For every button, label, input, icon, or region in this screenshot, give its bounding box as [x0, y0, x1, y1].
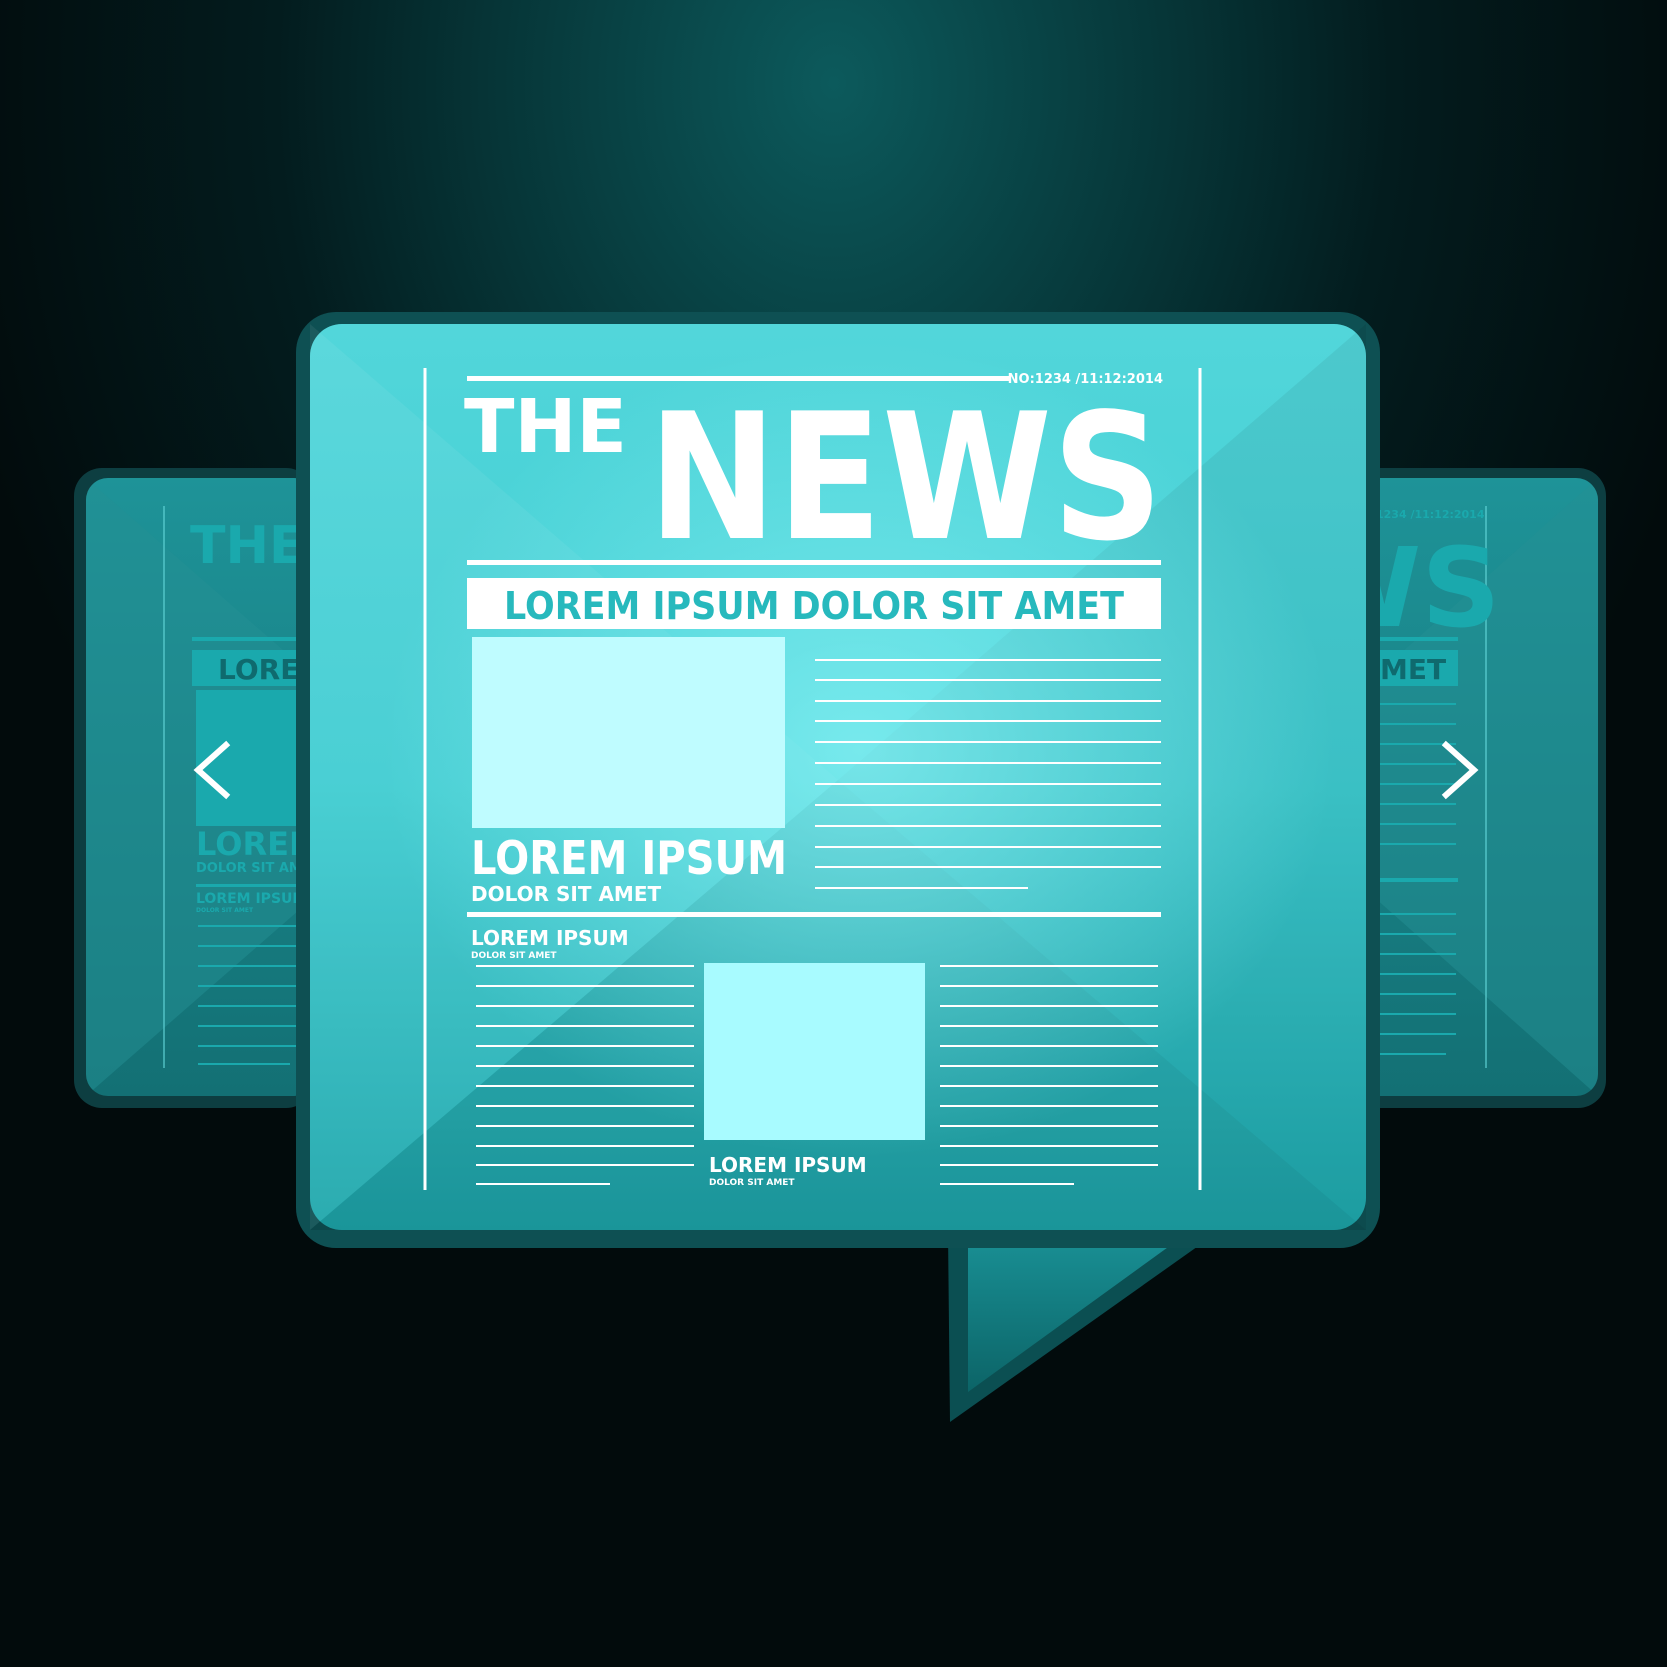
news-carousel: THE LOREM LOREM DOLOR SIT AME LOREM IPSU… — [0, 0, 1667, 1667]
back-left-masthead: THE — [190, 516, 305, 576]
prev-button[interactable] — [180, 725, 250, 815]
second-story-subtitle: DOLOR SIT AMET — [471, 951, 557, 961]
lead-story-title: LOREM IPSUM — [471, 831, 787, 885]
back-right-banner: MET — [1380, 653, 1446, 686]
back-right-issue: 1234 /11:12:2014 — [1376, 508, 1485, 521]
masthead-news: NEWS — [648, 377, 1163, 580]
masthead-the: THE — [464, 384, 627, 470]
front-news-panel: NO:1234 /11:12:2014 THE NEWS LOREM IPSUM… — [296, 312, 1380, 1422]
next-button[interactable] — [1420, 725, 1490, 815]
back-left-subtitle: DOLOR SIT AME — [196, 861, 311, 876]
lead-story-subtitle: DOLOR SIT AMET — [471, 882, 661, 906]
third-story-image — [704, 963, 925, 1140]
back-left-small-subtitle: DOLOR SIT AMET — [196, 907, 254, 914]
lead-story-image — [472, 637, 785, 828]
third-story-subtitle: DOLOR SIT AMET — [709, 1178, 795, 1188]
scene: THE LOREM LOREM DOLOR SIT AME LOREM IPSU… — [74, 312, 1606, 1422]
back-left-small-title: LOREM IPSUM — [196, 891, 306, 907]
headline-banner: LOREM IPSUM DOLOR SIT AMET — [504, 584, 1124, 628]
third-story-title: LOREM IPSUM — [709, 1153, 867, 1177]
second-story-title: LOREM IPSUM — [471, 926, 629, 950]
